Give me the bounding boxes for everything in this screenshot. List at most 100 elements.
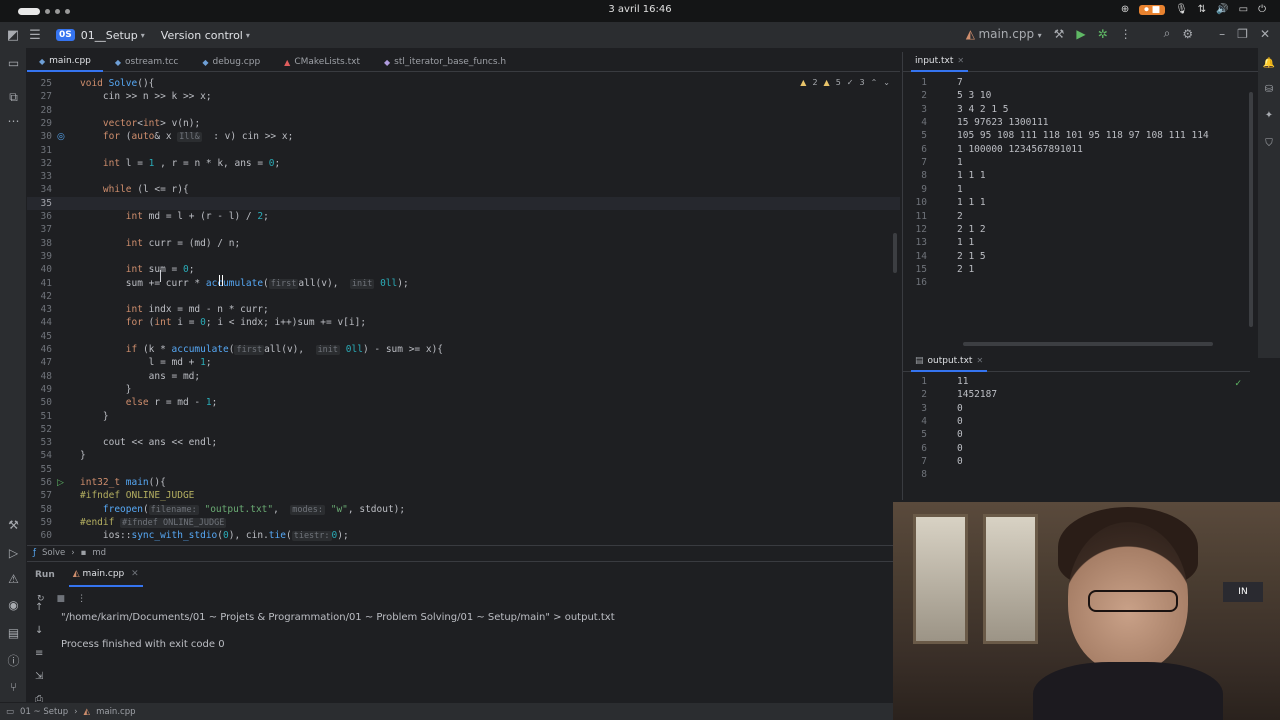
code-line[interactable]: 39 (27, 250, 900, 263)
project-name[interactable]: 01__Setup (81, 29, 138, 42)
file-line[interactable]: 8 (903, 468, 1243, 481)
code-line[interactable]: 56 int32_t main(){ (27, 476, 900, 489)
extensions-icon[interactable]: ⊕ (1121, 4, 1129, 15)
code-line[interactable]: 25 void Solve(){ (27, 77, 900, 90)
build-hammer-icon[interactable]: ⚒ (1054, 27, 1065, 41)
code-line[interactable]: 52 (27, 423, 900, 436)
file-line[interactable]: 13 1 1 (903, 236, 1243, 249)
code-line[interactable]: 37 (27, 223, 900, 236)
line-number[interactable]: 45 (27, 330, 52, 343)
build-icon[interactable]: ⚒ (0, 518, 27, 532)
terminal-icon[interactable]: ▤ (0, 626, 27, 640)
code-line[interactable]: 34 while (l <= r){ (27, 183, 900, 196)
file-line[interactable]: 17 (903, 76, 1243, 89)
more-actions-icon[interactable]: ⋮ (1120, 27, 1132, 41)
notifications-bell-icon[interactable]: 🔔 (1258, 58, 1280, 69)
settings-gear-icon[interactable]: ⚙ (1182, 27, 1193, 41)
file-line[interactable]: 70 (903, 455, 1243, 468)
code-line[interactable]: 51 } (27, 410, 900, 423)
notifications-icon[interactable]: ⓘ (0, 652, 27, 669)
project-folder-icon[interactable]: ▭ (0, 56, 27, 70)
code-line[interactable]: 44 for (int i = 0; i < indx; i++)sum += … (27, 316, 900, 329)
debug-icon[interactable]: ✲ (1098, 27, 1108, 41)
file-line[interactable]: 40 (903, 415, 1243, 428)
editor-tab[interactable]: ◆ debug.cpp (190, 52, 272, 72)
breadcrumb-variable[interactable]: md (92, 548, 106, 558)
version-control-menu[interactable]: Version control (161, 29, 243, 42)
volume-icon[interactable]: 🔊 (1216, 4, 1228, 15)
line-number[interactable]: 58 (27, 503, 52, 516)
close-icon[interactable]: ✕ (1260, 27, 1270, 41)
code-line[interactable]: 38 int curr = (md) / n; (27, 237, 900, 250)
line-number[interactable]: 28 (27, 104, 52, 117)
file-line[interactable]: 3 3 4 2 1 5 (903, 103, 1243, 116)
microphone-icon[interactable]: 🎙 (1175, 4, 1188, 15)
more-icon[interactable]: ⋮ (77, 594, 86, 604)
code-line[interactable]: 43 int indx = md - n * curr; (27, 303, 900, 316)
restore-icon[interactable]: ❐ (1237, 27, 1248, 41)
code-line[interactable]: 35 (27, 196, 900, 210)
file-line[interactable]: 30 (903, 402, 1243, 415)
status-file[interactable]: main.cpp (96, 707, 135, 717)
line-number[interactable]: 43 (27, 303, 52, 316)
rerun-side-icon[interactable]: ↑ (35, 602, 49, 613)
code-line[interactable]: 36 int md = l + (r - l) / 2; (27, 210, 900, 223)
line-number[interactable]: 27 (27, 90, 52, 103)
vertical-scrollbar[interactable] (1249, 92, 1253, 327)
input-tab[interactable]: input.txt ✕ (911, 52, 969, 72)
file-line[interactable]: 60 (903, 442, 1243, 455)
code-line[interactable]: 30 for (auto& x Ill& : v) cin >> x; (27, 130, 900, 143)
file-line[interactable]: 16 (903, 276, 1243, 289)
structure-icon[interactable]: ⧉ (0, 90, 27, 105)
search-icon[interactable]: ⌕ (1164, 26, 1171, 41)
line-number[interactable]: 38 (27, 237, 52, 250)
code-line[interactable]: 27 cin >> n >> k >> x; (27, 90, 900, 103)
more-tools-icon[interactable]: ⋯ (0, 114, 27, 128)
battery-icon[interactable]: ▭ (1239, 4, 1248, 15)
shield-icon[interactable]: ⛉ (1258, 138, 1280, 149)
line-number[interactable]: 29 (27, 117, 52, 130)
line-number[interactable]: 59 (27, 516, 52, 529)
file-line[interactable]: 50 (903, 428, 1243, 441)
code-line[interactable]: 60 ios::sync_with_stdio(0), cin.tie(ties… (27, 529, 900, 542)
line-number[interactable]: 44 (27, 316, 52, 329)
line-number[interactable]: 32 (27, 157, 52, 170)
input-file-panel[interactable]: input.txt ✕ ✓ 1725 3 1033 4 2 1 5415 976… (902, 52, 1280, 352)
code-line[interactable]: 59 #endif #ifndef ONLINE_JUDGE (27, 516, 900, 529)
run-gutter-icon[interactable]: ▷ (57, 478, 64, 488)
app-logo-icon[interactable]: ◩ (2, 28, 24, 43)
close-tab-icon[interactable]: ✕ (131, 569, 139, 579)
services-icon[interactable]: ◉ (0, 598, 27, 612)
chevron-down-icon[interactable]: ▾ (246, 31, 250, 40)
code-line[interactable]: 45 (27, 330, 900, 343)
line-number[interactable]: 33 (27, 170, 52, 183)
breadcrumb-function[interactable]: Solve (42, 548, 65, 558)
file-line[interactable]: 2 1452187 (903, 388, 1243, 401)
database-icon[interactable]: ⛁ (1258, 84, 1280, 95)
horizontal-scrollbar[interactable] (963, 342, 1213, 346)
line-number[interactable]: 39 (27, 250, 52, 263)
output-file-panel[interactable]: ▤ output.txt ✕ ✓ 1 11 2 1452187 3 0 4 0 5 0 6 0 7 0 8 (902, 352, 1250, 500)
code-line[interactable]: 47 l = md + 1; (27, 356, 900, 369)
file-line[interactable]: 8 1 1 1 (903, 169, 1243, 182)
line-number[interactable]: 50 (27, 396, 52, 409)
code-line[interactable]: 32 int l = 1 , r = n * k, ans = 0; (27, 157, 900, 170)
power-icon[interactable]: ⏻ (1258, 4, 1266, 15)
file-line[interactable]: 91 (903, 183, 1243, 196)
code-line[interactable]: 42 (27, 290, 900, 303)
line-number[interactable]: 48 (27, 370, 52, 383)
code-line[interactable]: 28 (27, 104, 900, 117)
line-number[interactable]: 56 (27, 476, 52, 489)
line-number[interactable]: 34 (27, 183, 52, 196)
line-number[interactable]: 42 (27, 290, 52, 303)
project-badge[interactable]: 0S (56, 29, 75, 41)
status-project[interactable]: 01 ~ Setup (20, 707, 68, 717)
output-tab[interactable]: ▤ output.txt ✕ (911, 352, 988, 372)
line-number[interactable]: 53 (27, 436, 52, 449)
down-icon[interactable]: ↓ (35, 625, 49, 636)
code-line[interactable]: 49 } (27, 383, 900, 396)
close-tab-icon[interactable]: ✕ (976, 356, 983, 365)
minimize-icon[interactable]: – (1219, 27, 1225, 41)
file-line[interactable]: 14 2 1 5 (903, 250, 1243, 263)
close-tab-icon[interactable]: ✕ (957, 56, 964, 65)
